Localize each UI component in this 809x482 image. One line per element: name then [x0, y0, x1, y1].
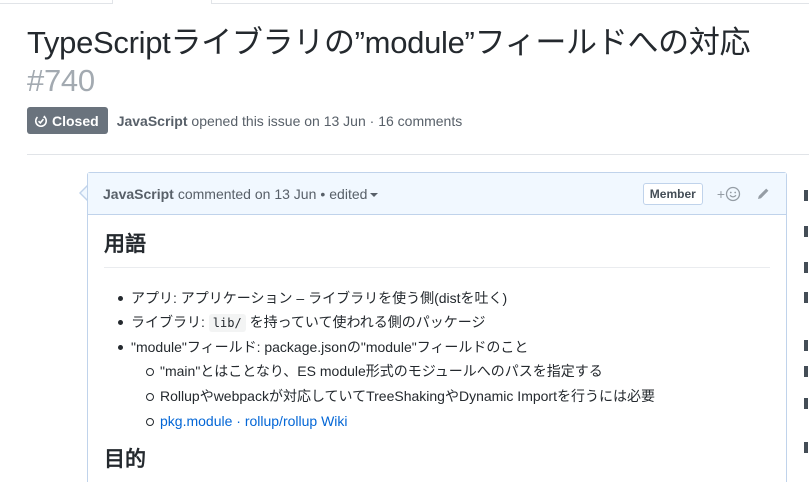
issue-title: TypeScriptライブラリの”module”フィールドへの対応 #740: [27, 24, 807, 100]
comment-author-link[interactable]: JavaScript: [103, 186, 174, 202]
comment-body: 用語 アプリ: アプリケーション – ライブラリを使う側(distを吐く) ライ…: [88, 215, 786, 482]
sidebar-mark: [804, 190, 808, 201]
issue-comment: JavaScript commented on 13 Jun • edited …: [87, 172, 787, 482]
bullet-separator: •: [320, 185, 326, 202]
top-tab[interactable]: [112, 0, 212, 4]
edited-dropdown[interactable]: edited: [329, 185, 379, 202]
issue-closed-icon: [34, 114, 48, 127]
issue-opened-text: opened this issue on 13 Jun · 16 comment…: [191, 112, 463, 129]
comment-date[interactable]: commented on 13 Jun: [178, 186, 317, 202]
edit-comment-button[interactable]: [755, 186, 771, 202]
list-item-text: ライブラリ:: [131, 314, 209, 330]
issue-author-link[interactable]: JavaScript: [117, 113, 188, 129]
list-item: アプリ: アプリケーション – ライブラリを使う側(distを吐く): [118, 286, 770, 310]
sub-list-item-text: Rollupやwebpackが対応していてTreeShakingやDynamic…: [160, 388, 655, 404]
issue-title-text: TypeScriptライブラリの”module”フィールドへの対応: [27, 25, 751, 60]
list-item-text: アプリ: アプリケーション – ライブラリを使う側(distを吐く): [131, 290, 508, 306]
sub-list-item: "main"とはことなり、ES module形式のモジュールへのパスを指定する: [146, 359, 770, 384]
add-reaction-button[interactable]: +: [717, 186, 741, 202]
sub-list-item-text: "main"とはことなり、ES module形式のモジュールへのパスを指定する: [160, 363, 603, 379]
sidebar-mark: [804, 340, 808, 351]
member-badge: Member: [642, 182, 703, 205]
pencil-icon: [758, 188, 769, 199]
sub-list-item: Rollupやwebpackが対応していてTreeShakingやDynamic…: [146, 384, 770, 409]
chevron-down-icon: [370, 192, 379, 197]
inline-code: lib/: [208, 314, 246, 332]
sub-list: "main"とはことなり、ES module形式のモジュールへのパスを指定する …: [146, 359, 770, 434]
section-heading-terms: 用語: [104, 231, 770, 268]
section-heading-purpose: 目的: [104, 446, 770, 482]
status-badge-label: Closed: [52, 112, 99, 129]
edited-label: edited: [329, 185, 368, 202]
comment-actions: Member +: [642, 182, 771, 205]
comment-header: JavaScript commented on 13 Jun • edited …: [88, 173, 786, 215]
list-item: "module"フィールド: package.jsonの"module"フィール…: [118, 335, 770, 434]
list-item: ライブラリ: lib/ を持っていて使われる側のパッケージ: [118, 310, 770, 335]
issue-number: #740: [27, 63, 95, 98]
issue-meta: Closed JavaScript opened this issue on 1…: [27, 107, 462, 134]
smiley-icon: [725, 186, 741, 201]
terms-list: アプリ: アプリケーション – ライブラリを使う側(distを吐く) ライブラリ…: [118, 286, 770, 434]
sidebar-mark: [804, 262, 808, 273]
sidebar-mark: [804, 442, 808, 453]
sidebar-mark: [804, 398, 808, 409]
status-badge: Closed: [27, 107, 108, 134]
rollup-wiki-link[interactable]: pkg.module · rollup/rollup Wiki: [160, 413, 348, 429]
sidebar-mark: [804, 366, 808, 377]
header-divider: [27, 154, 809, 155]
issue-meta-text: JavaScript opened this issue on 13 Jun ·…: [117, 113, 463, 129]
list-item-text: "module"フィールド: package.jsonの"module"フィール…: [131, 339, 529, 355]
sidebar-mark: [804, 226, 808, 237]
list-item-text: を持っていて使われる側のパッケージ: [245, 314, 486, 330]
plus-icon: +: [716, 185, 725, 202]
sidebar-mark: [804, 292, 808, 303]
sub-list-item: pkg.module · rollup/rollup Wiki: [146, 409, 770, 434]
